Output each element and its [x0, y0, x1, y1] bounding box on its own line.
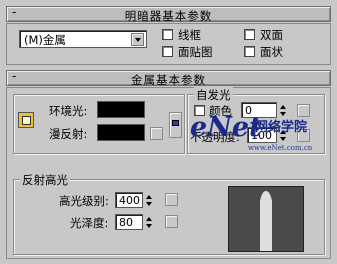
chevron-down-icon[interactable] — [131, 33, 144, 46]
self-illum-title: 自发光 — [194, 87, 233, 103]
padlock-icon — [172, 120, 179, 126]
specular-level-value: 400 — [119, 194, 140, 207]
ambient-color-swatch[interactable] — [97, 101, 145, 118]
metal-rollout-title: 金属基本参数 — [131, 73, 206, 87]
wire-checkbox[interactable] — [162, 29, 173, 40]
lock-ambient-diffuse-icon[interactable] — [18, 112, 34, 128]
lock-diffuse-specular-button[interactable] — [169, 112, 182, 138]
face-map-checkbox[interactable] — [162, 46, 173, 57]
specular-title: 反射高光 — [20, 172, 70, 188]
wire-label: 线框 — [178, 28, 201, 42]
shader-panel: (M)金属 线框 双面 面贴图 面状 — [6, 23, 331, 65]
faceted-label: 面状 — [260, 45, 283, 59]
glossiness-field[interactable]: 80 — [115, 214, 143, 230]
metal-rollout-header[interactable]: - 金属基本参数 — [6, 69, 331, 87]
shader-type-dropdown[interactable]: (M)金属 — [19, 30, 147, 48]
shader-type-value: (M)金属 — [24, 33, 66, 47]
faceted-checkbox[interactable] — [244, 46, 255, 57]
watermark-url: www.eNet.com.cn — [248, 144, 313, 152]
diffuse-label: 漫反射: — [49, 127, 88, 141]
ambient-label: 环境光: — [49, 104, 88, 118]
watermark-subtitle: 网络学院 — [255, 120, 308, 135]
glossiness-value: 80 — [119, 216, 133, 229]
watermark-logo: eNet — [190, 112, 262, 143]
diffuse-map-button[interactable] — [150, 127, 163, 140]
shader-rollout-header[interactable]: - 明暗器基本参数 — [6, 5, 331, 23]
highlight-curve-graph — [228, 186, 304, 252]
specular-level-map-button[interactable] — [165, 193, 178, 206]
face-map-label: 面贴图 — [178, 45, 213, 59]
glossiness-map-button[interactable] — [165, 215, 178, 228]
glossiness-label: 光泽度: — [70, 216, 109, 230]
specular-level-label: 高光级别: — [59, 194, 109, 208]
two-sided-label: 双面 — [260, 28, 283, 42]
two-sided-checkbox[interactable] — [244, 29, 255, 40]
specular-level-spinner[interactable] — [146, 193, 155, 209]
specular-level-field[interactable]: 400 — [115, 192, 143, 208]
highlight-curve — [260, 191, 272, 251]
glossiness-spinner[interactable] — [146, 215, 155, 231]
metal-panel: 环境光: 漫反射: 自发光 颜色 0 不透明度: 100 反射高光 高光级别: … — [6, 87, 331, 259]
shader-rollout-title: 明暗器基本参数 — [124, 9, 213, 23]
diffuse-color-swatch[interactable] — [97, 124, 145, 141]
